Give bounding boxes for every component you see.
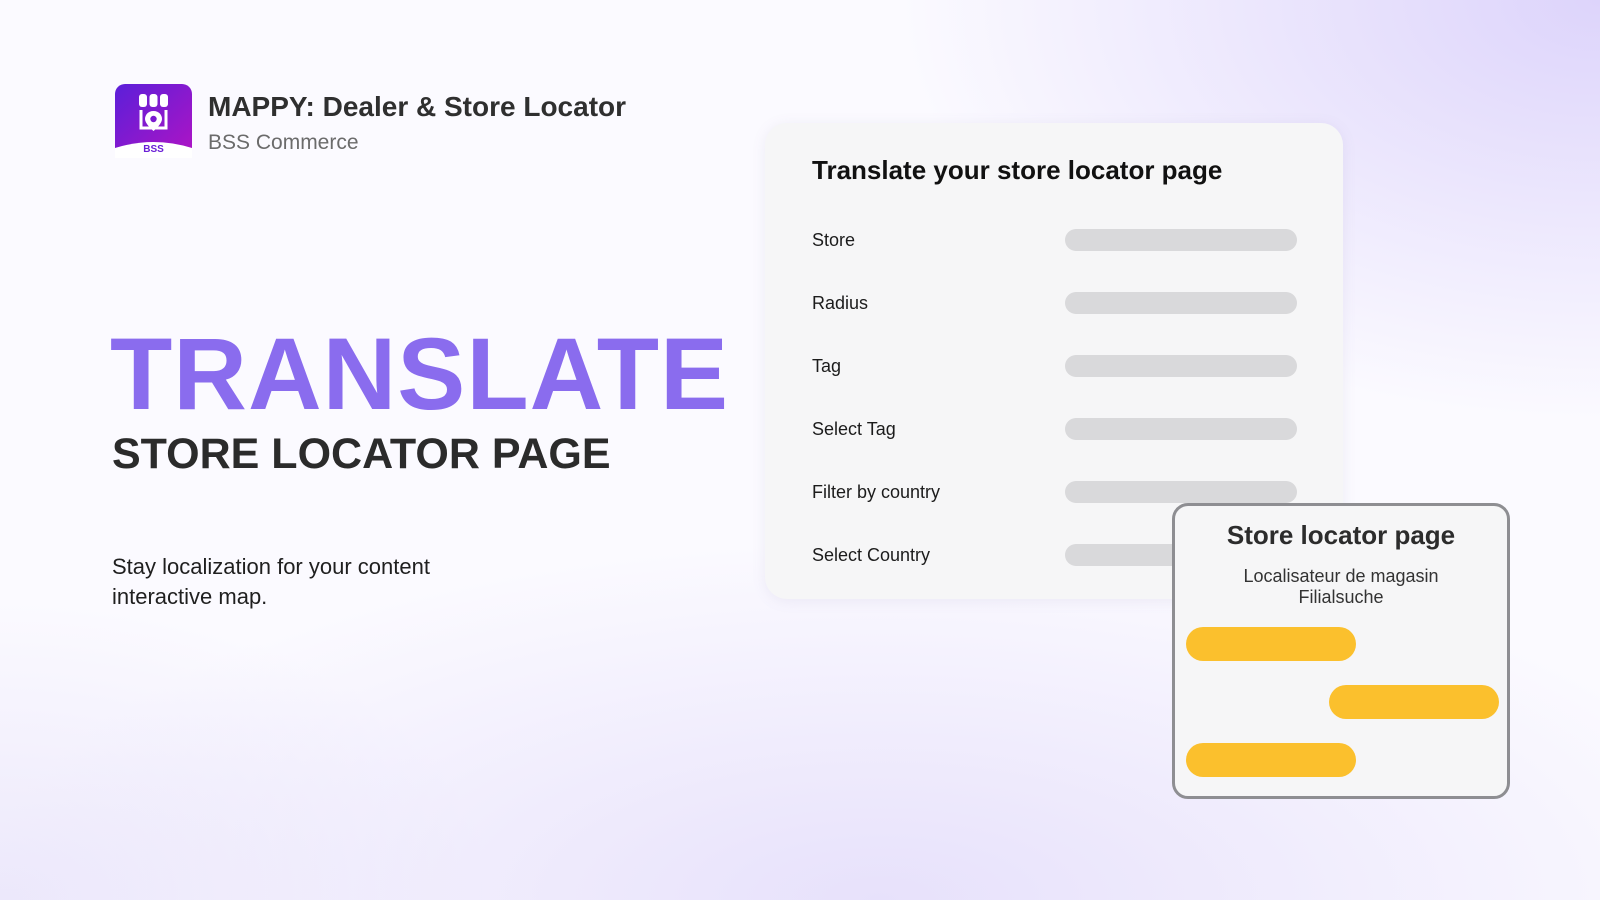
translate-card-title: Translate your store locator page: [812, 155, 1223, 185]
app-logo: BSS: [115, 84, 192, 158]
field-label: Tag: [812, 356, 842, 376]
translation-input[interactable]: [1065, 418, 1297, 440]
translation-input[interactable]: [1065, 292, 1297, 314]
translation-input[interactable]: [1065, 229, 1297, 251]
field-label: Select Tag: [812, 419, 896, 439]
placeholder-bar: [1186, 743, 1356, 777]
field-label: Select Country: [812, 545, 931, 565]
locator-card-title: Store locator page: [1226, 520, 1456, 550]
app-header: BSS MAPPY: Dealer & Store Locator BSS Co…: [115, 84, 626, 158]
field-row-radius: Radius: [812, 292, 1300, 314]
translation-input[interactable]: [1065, 355, 1297, 377]
hero-title: TRANSLATE: [110, 317, 730, 431]
field-label: Radius: [812, 293, 869, 313]
translation-german: Filialsuche: [1298, 587, 1384, 607]
hero-subtitle: STORE LOCATOR PAGE: [112, 430, 611, 478]
field-row-filter-by-country: Filter by country: [812, 481, 1300, 503]
placeholder-bar: [1329, 685, 1499, 719]
field-label: Store: [812, 230, 856, 250]
translation-french: Localisateur de magasin: [1243, 566, 1439, 586]
app-title: MAPPY: Dealer & Store Locator: [208, 91, 627, 122]
field-row-tag: Tag: [812, 355, 1300, 377]
field-row-store: Store: [812, 229, 1300, 251]
hero-description: Stay localization for your content inter…: [112, 554, 430, 609]
logo-text: BSS: [143, 144, 164, 155]
field-label: Filter by country: [812, 482, 941, 502]
field-row-select-tag: Select Tag: [812, 418, 1300, 440]
translation-input[interactable]: [1065, 481, 1297, 503]
placeholder-bar: [1186, 627, 1356, 661]
store-locator-preview-card: Store locator page Localisateur de magas…: [1172, 503, 1510, 799]
app-title-block: MAPPY: Dealer & Store Locator BSS Commer…: [208, 90, 626, 156]
app-vendor: BSS Commerce: [208, 131, 359, 154]
